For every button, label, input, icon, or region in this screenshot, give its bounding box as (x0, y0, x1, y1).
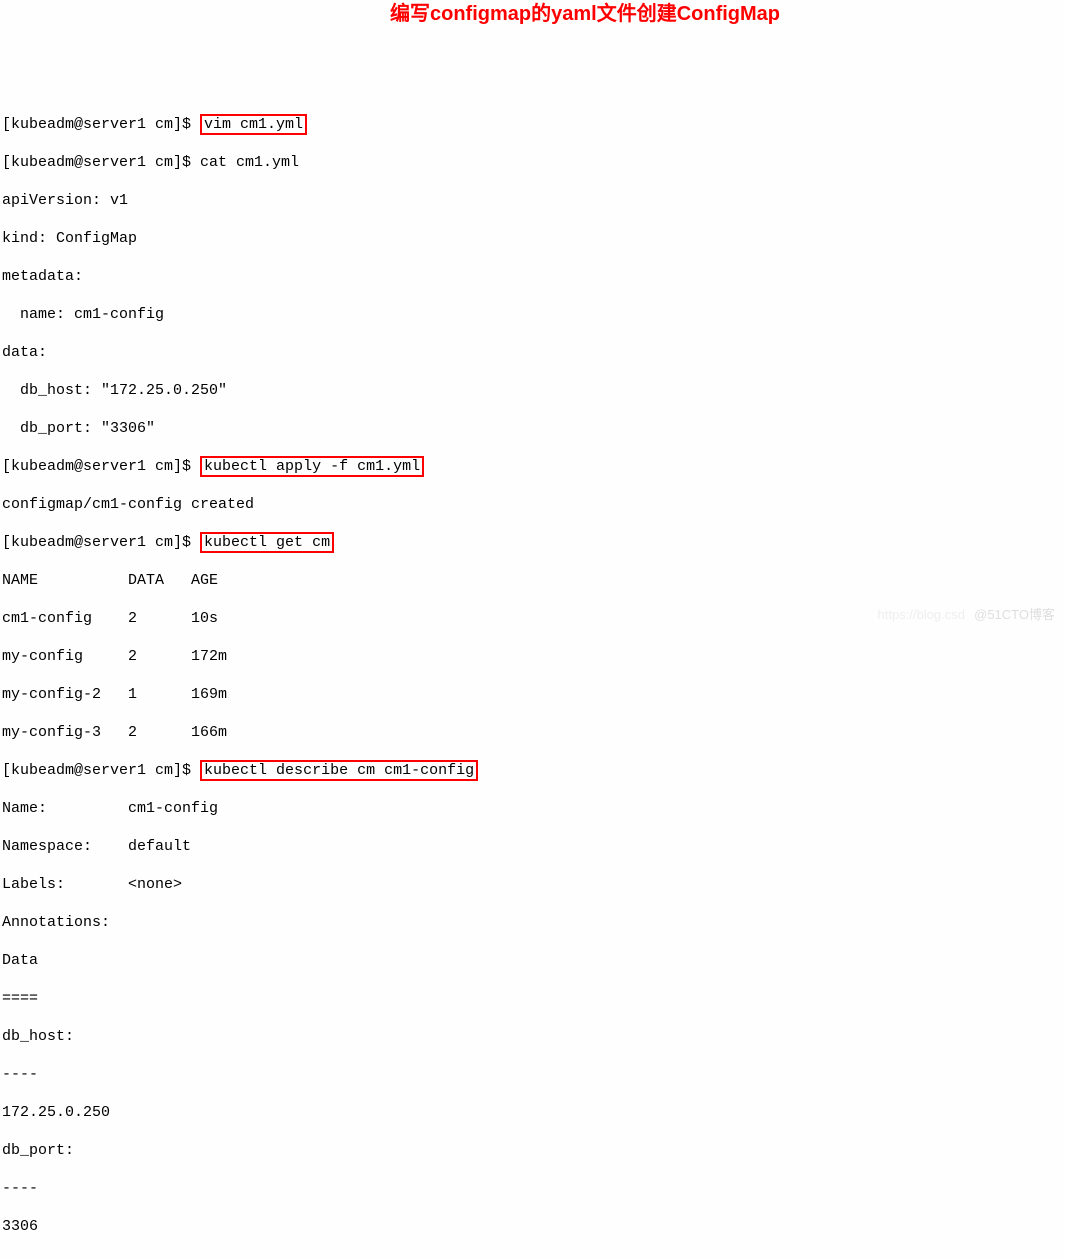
terminal-line: [kubeadm@server1 cm]$ kubectl get cm (2, 533, 1063, 552)
describe-output: 3306 (2, 1217, 1063, 1236)
describe-output: ---- (2, 1179, 1063, 1198)
command-apply[interactable]: kubectl apply -f cm1.yml (200, 456, 424, 477)
table-row: my-config-3 2 166m (2, 723, 1063, 742)
describe-output: 172.25.0.250 (2, 1103, 1063, 1122)
yaml-output: apiVersion: v1 (2, 191, 1063, 210)
command-get[interactable]: kubectl get cm (200, 532, 334, 553)
command-describe[interactable]: kubectl describe cm cm1-config (200, 760, 478, 781)
output-line: configmap/cm1-config created (2, 495, 1063, 514)
describe-output: Data (2, 951, 1063, 970)
shell-prompt: [kubeadm@server1 cm]$ (2, 534, 200, 551)
describe-output: Namespace: default (2, 837, 1063, 856)
terminal-line: [kubeadm@server1 cm]$ cat cm1.yml (2, 153, 1063, 172)
shell-prompt: [kubeadm@server1 cm]$ (2, 762, 200, 779)
describe-output: Labels: <none> (2, 875, 1063, 894)
command-vim[interactable]: vim cm1.yml (200, 114, 307, 135)
shell-prompt: [kubeadm@server1 cm]$ (2, 116, 200, 133)
shell-prompt: [kubeadm@server1 cm]$ (2, 458, 200, 475)
describe-output: Events: <none> (2, 1255, 1063, 1258)
yaml-output: kind: ConfigMap (2, 229, 1063, 248)
describe-output: Name: cm1-config (2, 799, 1063, 818)
yaml-output: db_port: "3306" (2, 419, 1063, 438)
watermark-text: @51CTO博客 (974, 605, 1055, 624)
watermark-text: https://blog.csd (878, 605, 965, 624)
describe-output: Annotations: (2, 913, 1063, 932)
terminal-line: [kubeadm@server1 cm]$ vim cm1.yml (2, 115, 1063, 134)
describe-output: ==== (2, 989, 1063, 1008)
yaml-output: metadata: (2, 267, 1063, 286)
shell-prompt: [kubeadm@server1 cm]$ (2, 154, 200, 171)
describe-output: ---- (2, 1065, 1063, 1084)
command-cat: cat cm1.yml (200, 154, 299, 171)
terminal-line: [kubeadm@server1 cm]$ kubectl apply -f c… (2, 457, 1063, 476)
table-row: my-config-2 1 169m (2, 685, 1063, 704)
table-row: my-config 2 172m (2, 647, 1063, 666)
yaml-output: db_host: "172.25.0.250" (2, 381, 1063, 400)
terminal-line: [kubeadm@server1 cm]$ kubectl describe c… (2, 761, 1063, 780)
describe-output: db_host: (2, 1027, 1063, 1046)
yaml-output: data: (2, 343, 1063, 362)
yaml-output: name: cm1-config (2, 305, 1063, 324)
table-header: NAME DATA AGE (2, 571, 1063, 590)
annotation-label: 编写configmap的yaml文件创建ConfigMap (390, 5, 780, 24)
describe-output: db_port: (2, 1141, 1063, 1160)
